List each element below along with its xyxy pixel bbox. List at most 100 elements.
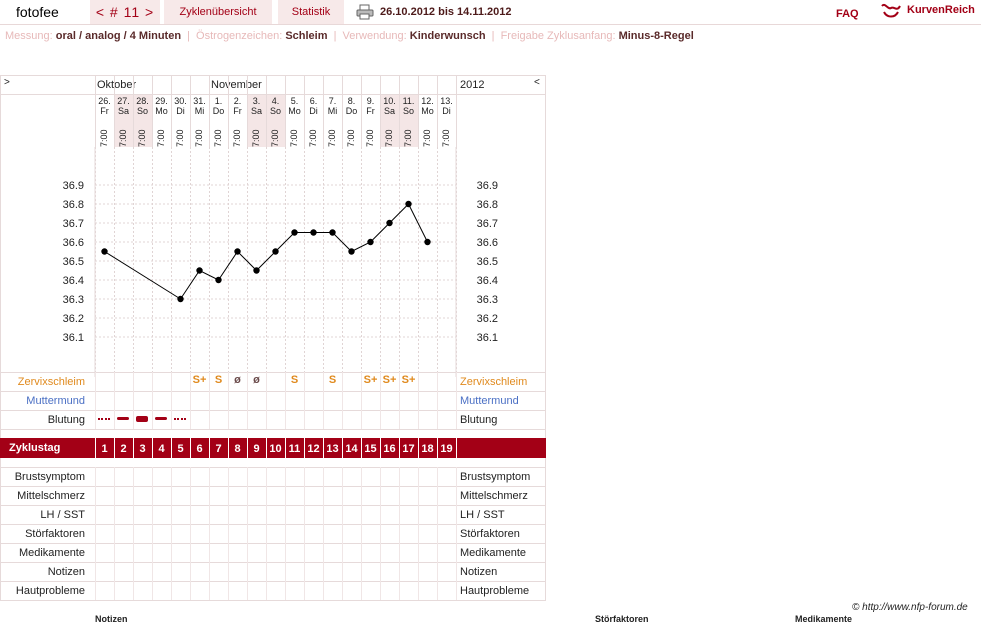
row-label-blutung: Blutung bbox=[47, 414, 85, 426]
row-label-blutung-right: Blutung bbox=[460, 414, 498, 426]
freigabe-value: Minus-8-Regel bbox=[618, 30, 694, 42]
y-tick-label-right: 36.3 bbox=[477, 294, 498, 306]
row-divider bbox=[380, 467, 381, 600]
day-date: 1. bbox=[214, 96, 223, 106]
zervix-mark: S+ bbox=[192, 374, 207, 386]
day-date: 9. bbox=[366, 96, 375, 106]
temperature-point bbox=[253, 267, 260, 274]
y-tick-label-right: 36.2 bbox=[477, 313, 498, 325]
row-label-zervix: Zervixschleim bbox=[17, 376, 85, 388]
cycle-day-number: 10 bbox=[269, 443, 282, 455]
y-tick-label-right: 36.8 bbox=[477, 199, 498, 211]
cycle-navigator[interactable]: < # 11 > bbox=[90, 0, 160, 24]
row-divider bbox=[323, 467, 324, 600]
bleeding-heavy bbox=[136, 416, 148, 422]
y-tick-label-left: 36.9 bbox=[63, 180, 84, 192]
faq-link[interactable]: FAQ bbox=[836, 8, 859, 20]
temperature-point bbox=[386, 219, 393, 227]
cycle-day-number: 9 bbox=[253, 443, 260, 455]
cycle-day-number: 6 bbox=[196, 443, 203, 455]
day-date: 28. bbox=[136, 96, 149, 106]
temperature-point bbox=[348, 248, 355, 255]
day-time: 7:00 bbox=[270, 129, 280, 147]
bleeding-medium bbox=[117, 417, 129, 420]
row-label-brust-right: Brustsymptom bbox=[460, 471, 531, 483]
row-label-stoer: Störfaktoren bbox=[25, 528, 85, 540]
day-weekday: Fr bbox=[366, 106, 375, 116]
tab-cycle-overview[interactable]: Zyklenübersicht bbox=[164, 0, 272, 24]
day-weekday: Mi bbox=[327, 106, 338, 116]
row-line bbox=[0, 429, 546, 430]
zervix-mark: S+ bbox=[363, 374, 378, 386]
y-tick-label-left: 36.5 bbox=[63, 256, 84, 268]
messung-value: oral / analog / 4 Minuten bbox=[55, 30, 182, 42]
row-divider bbox=[114, 372, 115, 429]
day-weekday: So bbox=[136, 106, 148, 116]
y-tick-label-right: 36.5 bbox=[477, 256, 498, 268]
day-time: 7:00 bbox=[365, 129, 375, 147]
day-date: 12. bbox=[421, 96, 434, 106]
row-divider bbox=[152, 372, 153, 429]
cycle-day-number: 13 bbox=[326, 443, 339, 455]
temperature-chart: 36.9 36.9 36.8 36.8 36.7 36.7 36.6 36.6 36.5 36.5… bbox=[63, 147, 498, 377]
day-date: 6. bbox=[309, 96, 318, 106]
y-tick-label-left: 36.1 bbox=[63, 332, 84, 344]
chart-nav-right-button[interactable]: < bbox=[534, 77, 540, 88]
disturbances-heading: Störfaktoren bbox=[595, 614, 649, 624]
day-weekday: Mo bbox=[421, 106, 434, 116]
day-date: 5. bbox=[290, 96, 299, 106]
row-label-zervix-right: Zervixschleim bbox=[460, 376, 528, 388]
day-time: 7:00 bbox=[251, 129, 261, 147]
temperature-point bbox=[101, 248, 108, 255]
day-date: 8. bbox=[347, 96, 356, 106]
row-label-lh-right: LH / SST bbox=[460, 509, 505, 521]
separator: | bbox=[491, 30, 495, 42]
row-line bbox=[0, 467, 546, 468]
day-weekday: Di bbox=[176, 106, 185, 116]
row-divider bbox=[133, 467, 134, 600]
tab-statistics[interactable]: Statistik bbox=[278, 0, 344, 24]
medication-heading: Medikamente bbox=[795, 614, 853, 624]
kurvenreich-link[interactable]: KurvenReich bbox=[907, 4, 975, 16]
day-date: 27. bbox=[117, 96, 130, 106]
chart-nav-left-button[interactable]: > bbox=[4, 77, 10, 88]
freigabe-label: Freigabe Zyklusanfang: bbox=[500, 30, 616, 42]
separator: | bbox=[333, 30, 337, 42]
row-line bbox=[0, 410, 546, 411]
row-divider bbox=[228, 467, 229, 600]
separator: | bbox=[187, 30, 190, 42]
temperature-point bbox=[234, 248, 241, 255]
day-time: 7:00 bbox=[232, 129, 242, 147]
row-divider bbox=[342, 467, 343, 600]
row-divider bbox=[418, 372, 419, 429]
row-divider bbox=[247, 467, 248, 600]
credit-text: © http://www.nfp-forum.de bbox=[852, 602, 968, 613]
row-line bbox=[0, 562, 546, 563]
day-weekday: Sa bbox=[383, 106, 395, 116]
printer-icon[interactable] bbox=[356, 4, 374, 25]
row-divider bbox=[437, 372, 438, 429]
cycle-day-divider bbox=[456, 438, 457, 458]
cycle-day-number: 17 bbox=[402, 443, 415, 455]
y-tick-label-right: 36.1 bbox=[477, 332, 498, 344]
row-divider bbox=[285, 467, 286, 600]
day-date: 2. bbox=[233, 96, 242, 106]
row-divider bbox=[190, 467, 191, 600]
cycle-day-number: 15 bbox=[364, 443, 377, 455]
day-time: 7:00 bbox=[156, 129, 166, 147]
cycle-day-number: 5 bbox=[177, 443, 184, 455]
y-tick-label-right: 36.7 bbox=[477, 218, 498, 230]
row-divider bbox=[95, 467, 96, 600]
day-time: 7:00 bbox=[137, 129, 147, 147]
row-label-haut-right: Hautprobleme bbox=[460, 585, 530, 597]
row-divider bbox=[209, 467, 210, 600]
y-tick-label-left: 36.4 bbox=[63, 275, 84, 287]
month-label-october: Oktober bbox=[97, 79, 137, 91]
y-tick-label-left: 36.8 bbox=[63, 199, 84, 211]
year-label: 2012 bbox=[460, 79, 485, 91]
temperature-point bbox=[405, 200, 412, 208]
zervix-mark: ø bbox=[234, 374, 241, 386]
kurvenreich-logo-icon[interactable] bbox=[880, 2, 902, 25]
day-time: 7:00 bbox=[346, 129, 356, 147]
y-tick-label-left: 36.6 bbox=[63, 237, 84, 249]
